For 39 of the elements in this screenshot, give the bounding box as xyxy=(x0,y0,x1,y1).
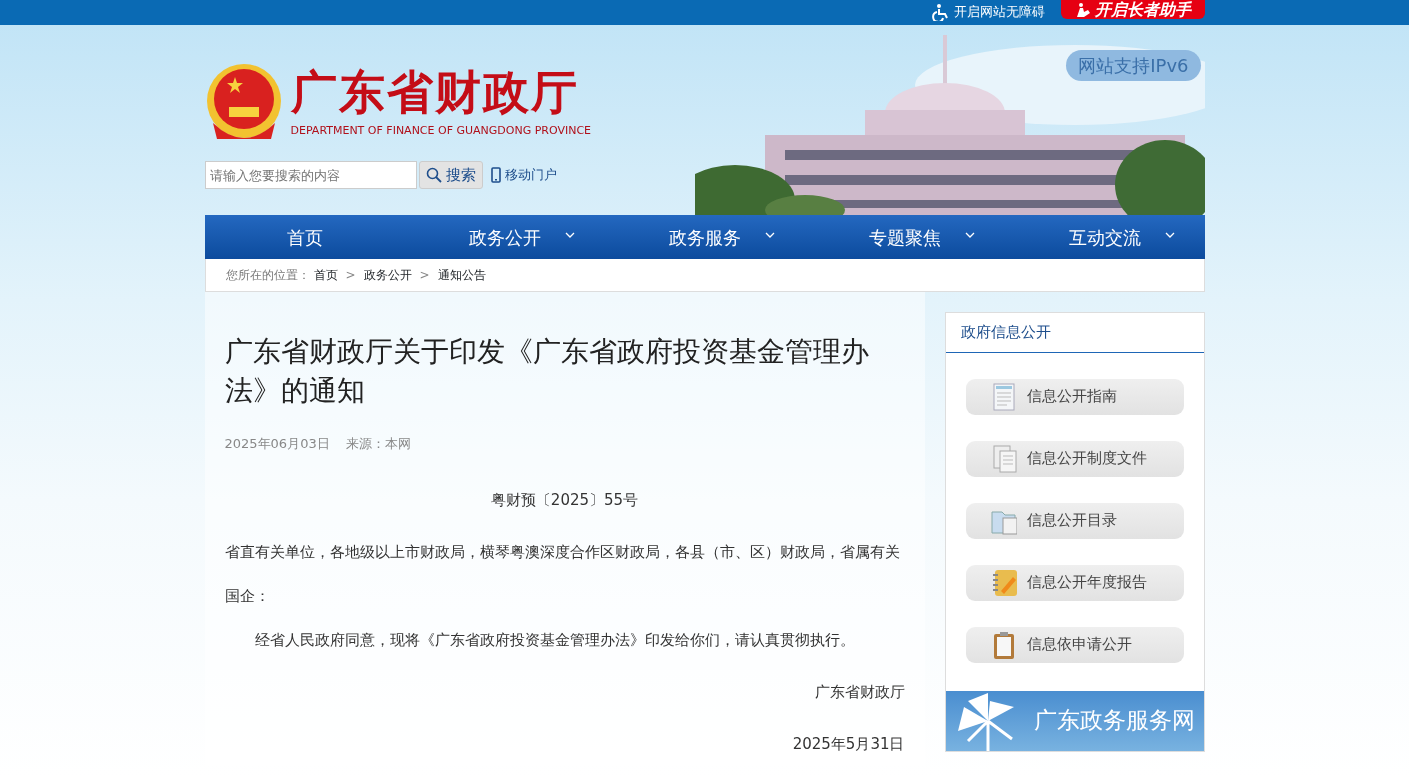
nav-tab[interactable]: 互动交流 xyxy=(1004,215,1205,259)
breadcrumb-label: 您所在的位置： xyxy=(225,267,310,284)
search-button[interactable]: 搜索 xyxy=(418,161,483,189)
breadcrumb-link[interactable]: 通知公告 xyxy=(437,266,486,284)
breadcrumb-separator: > xyxy=(419,267,430,284)
publish-date: 2025年06月03日 xyxy=(224,435,330,454)
search-field[interactable]: 请输入您要搜索的内容 xyxy=(204,161,417,189)
sign-date: 2025年5月31日 xyxy=(791,733,905,755)
article-source: 来源：本网 xyxy=(345,435,411,454)
nav-tab[interactable]: 政务公开 xyxy=(404,215,605,259)
breadcrumb-link[interactable]: 政务公开 xyxy=(363,266,412,284)
sidebar-title: 政府信息公开 xyxy=(945,313,1204,353)
search-icon xyxy=(425,167,442,183)
nav-tab[interactable]: 首页 xyxy=(204,215,405,259)
recipients-paragraph: 省直有关单位，各地级以上市财政局，横琴粤澳深度合作区财政局，各县（市、区）财政局，省属有关国企： xyxy=(224,541,901,607)
sidebar-link[interactable]: 信息公开指南 xyxy=(965,378,1184,415)
ipv6-badge: 网站支持IPv6 xyxy=(1066,50,1201,81)
site-subtitle: DEPARTMENT OF FINANCE OF GUANGDONG PROVINCE xyxy=(290,122,592,139)
files-icon xyxy=(990,444,1017,473)
breadcrumb-link[interactable]: 首页 xyxy=(313,266,338,284)
signature: 广东省财政厅 xyxy=(813,681,905,703)
sidebar-link[interactable]: 信息依申请公开 xyxy=(965,626,1184,663)
wheelchair-icon xyxy=(931,3,950,21)
nav-tab[interactable]: 政务服务 xyxy=(604,215,805,259)
phone-icon xyxy=(490,167,501,183)
accessibility-link[interactable]: 开启网站无障碍 xyxy=(931,0,1045,24)
elder-mode-button[interactable]: 开启长者助手 xyxy=(1060,0,1205,19)
guide-icon xyxy=(990,382,1017,411)
sidebar-link[interactable]: 信息公开目录 xyxy=(965,502,1184,539)
mobile-portal-link[interactable]: 移动门户 xyxy=(490,165,557,185)
body-paragraph: 经省人民政府同意，现将《广东省政府投资基金管理办法》印发给你们，请认真贯彻执行。 xyxy=(253,629,856,651)
breadcrumb-separator: > xyxy=(345,267,356,284)
nav-tab[interactable]: 专题聚焦 xyxy=(804,215,1005,259)
sidebar-link[interactable]: 信息公开年度报告 xyxy=(965,564,1184,601)
document-number: 粤财预〔2025〕55号 xyxy=(489,489,640,511)
site-title: 广东省财政厅 xyxy=(290,68,580,115)
sidebar-link[interactable]: 信息公开制度文件 xyxy=(965,440,1184,477)
article-title: 广东省财政厅关于印发《广东省政府投资基金管理办法》的通知 xyxy=(224,334,870,410)
notebook-icon xyxy=(990,568,1017,597)
